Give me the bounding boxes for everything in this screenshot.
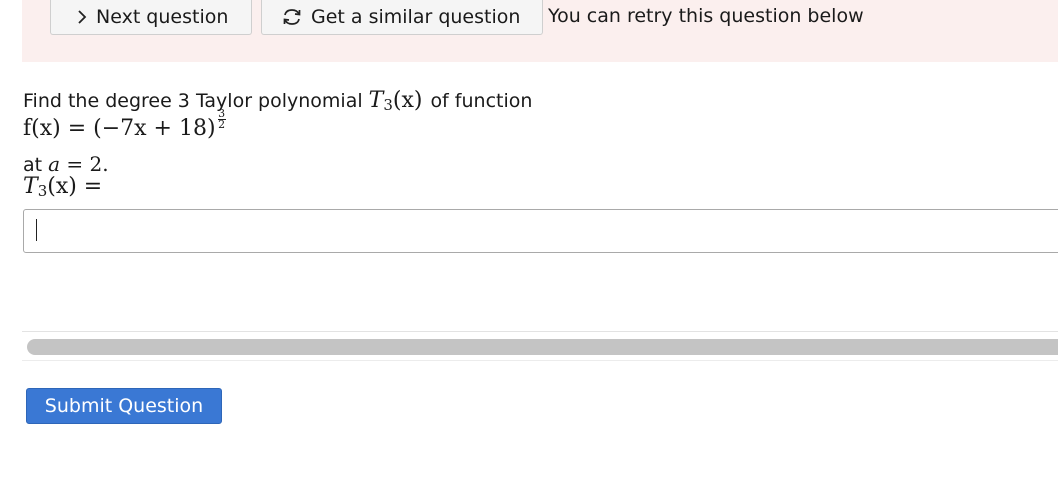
text-caret: [36, 219, 37, 241]
question-prompt: Find the degree 3 Taylor polynomial T3(x…: [23, 88, 533, 114]
next-question-button[interactable]: Next question: [50, 0, 252, 35]
at-prefix: at: [23, 154, 43, 176]
question-intro: Find the degree 3 Taylor polynomial: [23, 90, 363, 112]
retry-message: You can retry this question below: [548, 5, 864, 27]
section-divider-lower: [22, 360, 1058, 361]
next-question-label: Next question: [96, 6, 229, 28]
progress-bar: [27, 339, 1058, 355]
answer-label: T3(x) =: [23, 174, 103, 200]
exponent-fraction: 3 2: [217, 107, 226, 131]
submit-question-button[interactable]: Submit Question: [26, 388, 222, 424]
function-lhs: f(x) = (−7x + 18): [23, 116, 216, 141]
answer-input[interactable]: [23, 209, 1058, 253]
refresh-icon: [282, 8, 302, 26]
function-expression: f(x) = (−7x + 18) 3 2: [23, 108, 226, 141]
progress-bar-fill: [27, 339, 1058, 355]
question-intro-suffix: of function: [430, 90, 533, 112]
chevron-right-icon: [77, 10, 87, 24]
section-divider: [22, 331, 1058, 332]
similar-question-button[interactable]: Get a similar question: [261, 0, 543, 35]
evaluation-point: at a = 2.: [23, 152, 109, 176]
polynomial-name: T3(x): [368, 88, 423, 114]
similar-question-label: Get a similar question: [311, 6, 521, 28]
